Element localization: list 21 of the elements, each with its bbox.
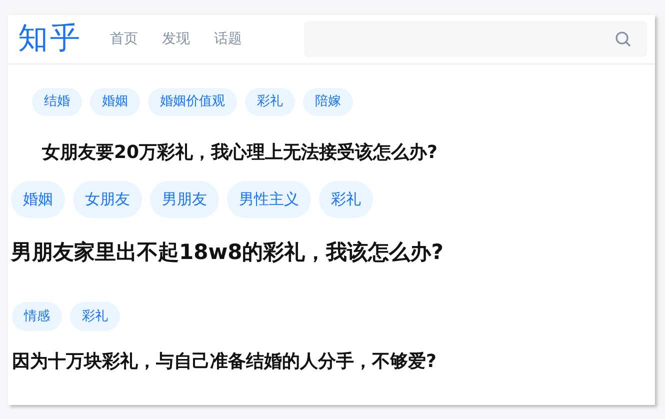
topic-tag[interactable]: 陪嫁 <box>303 88 353 116</box>
question-title[interactable]: 男朋友家里出不起18w8的彩礼，我该怎么办? <box>11 240 655 265</box>
topic-tag[interactable]: 婚姻 <box>90 88 140 116</box>
topic-tag[interactable]: 男性主义 <box>227 181 311 218</box>
question-title[interactable]: 女朋友要20万彩礼，我心理上无法接受该怎么办? <box>42 142 655 164</box>
search-field[interactable] <box>304 21 647 57</box>
topic-tag[interactable]: 情感 <box>12 302 62 332</box>
topic-tag[interactable]: 彩礼 <box>245 88 295 116</box>
topic-tag[interactable]: 彩礼 <box>70 302 120 332</box>
search-icon[interactable] <box>615 31 631 47</box>
nav-link[interactable]: 首页 <box>110 28 138 50</box>
topic-tag[interactable]: 结婚 <box>32 88 82 116</box>
topic-tag[interactable]: 女朋友 <box>73 181 142 218</box>
topic-tag[interactable]: 婚姻 <box>11 181 65 218</box>
topic-tag[interactable]: 男朋友 <box>150 181 219 218</box>
question-title[interactable]: 因为十万块彩礼，与自己准备结婚的人分手，不够爱? <box>12 351 655 373</box>
topic-tag[interactable]: 彩礼 <box>319 181 373 218</box>
topic-tag[interactable]: 婚姻价值观 <box>148 88 237 116</box>
logo[interactable]: 知乎 <box>18 24 82 54</box>
nav-link[interactable]: 发现 <box>162 28 190 50</box>
nav-link[interactable]: 话题 <box>214 28 242 50</box>
